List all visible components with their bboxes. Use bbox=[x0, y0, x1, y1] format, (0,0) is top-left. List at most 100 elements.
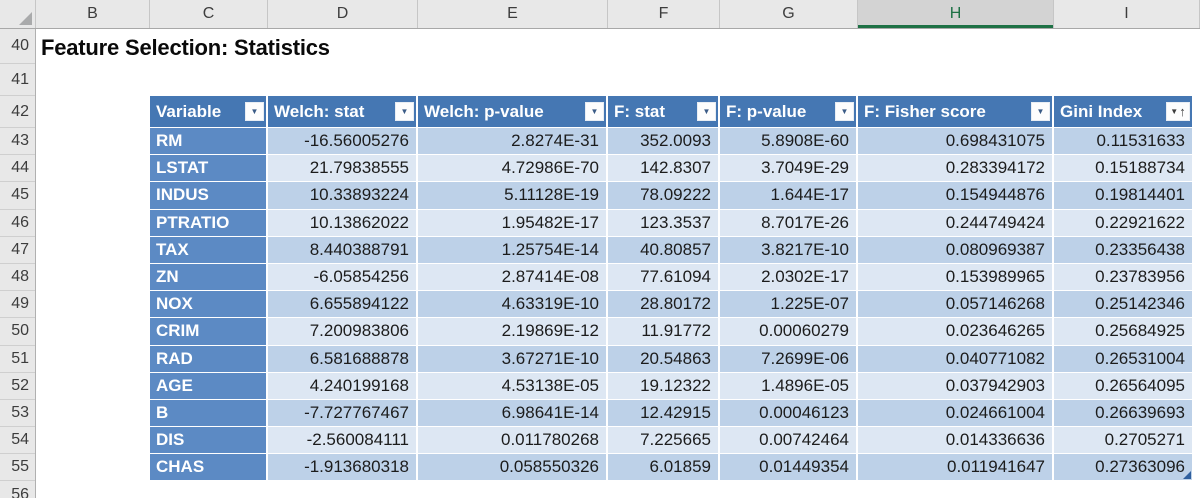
header-cell-variable[interactable]: Variable ▼ bbox=[150, 96, 268, 128]
value-cell[interactable]: 0.080969387 bbox=[858, 236, 1054, 264]
header-cell-welch-stat[interactable]: Welch: stat ▼ bbox=[268, 96, 418, 128]
value-cell[interactable]: -6.05854256 bbox=[268, 263, 418, 292]
value-cell[interactable]: 6.01859 bbox=[608, 454, 720, 482]
row-label-cell[interactable]: DIS bbox=[150, 427, 268, 455]
filter-button[interactable]: ▼ bbox=[1031, 102, 1050, 121]
value-cell[interactable]: 0.26564095 bbox=[1054, 372, 1192, 400]
row-label-cell[interactable]: CHAS bbox=[150, 454, 268, 482]
value-cell[interactable]: 0.01449354 bbox=[720, 454, 858, 482]
value-cell[interactable]: 0.283394172 bbox=[858, 155, 1054, 183]
value-cell[interactable]: 11.91772 bbox=[608, 318, 720, 346]
row-label-cell[interactable]: B bbox=[150, 399, 268, 428]
value-cell[interactable]: 352.0093 bbox=[608, 128, 720, 156]
value-cell[interactable]: 1.225E-07 bbox=[720, 291, 858, 319]
row-header-52[interactable]: 52 bbox=[0, 373, 35, 400]
filter-button[interactable]: ▼ bbox=[697, 102, 716, 121]
value-cell[interactable]: 4.63319E-10 bbox=[418, 291, 608, 319]
value-cell[interactable]: -16.56005276 bbox=[268, 128, 418, 156]
row-label-cell[interactable]: AGE bbox=[150, 372, 268, 400]
table-resize-handle[interactable] bbox=[1183, 471, 1191, 480]
value-cell[interactable]: 0.244749424 bbox=[858, 209, 1054, 237]
row-header-43[interactable]: 43 bbox=[0, 128, 35, 156]
value-cell[interactable]: 78.09222 bbox=[608, 182, 720, 210]
value-cell[interactable]: 3.8217E-10 bbox=[720, 236, 858, 264]
row-header-47[interactable]: 47 bbox=[0, 237, 35, 264]
value-cell[interactable]: -7.727767467 bbox=[268, 399, 418, 428]
value-cell[interactable]: 2.8274E-31 bbox=[418, 128, 608, 156]
row-header-53[interactable]: 53 bbox=[0, 400, 35, 428]
column-header-g[interactable]: G bbox=[720, 0, 858, 28]
column-header-c[interactable]: C bbox=[150, 0, 268, 28]
value-cell[interactable]: 28.80172 bbox=[608, 291, 720, 319]
value-cell[interactable]: 21.79838555 bbox=[268, 155, 418, 183]
sheet-title[interactable]: Feature Selection: Statistics bbox=[41, 35, 330, 61]
value-cell[interactable]: 4.72986E-70 bbox=[418, 155, 608, 183]
row-header-42[interactable]: 42 bbox=[0, 96, 35, 128]
value-cell[interactable]: 7.225665 bbox=[608, 427, 720, 455]
value-cell[interactable]: 0.22921622 bbox=[1054, 209, 1192, 237]
column-header-d[interactable]: D bbox=[268, 0, 418, 28]
row-label-cell[interactable]: CRIM bbox=[150, 318, 268, 346]
row-header-54[interactable]: 54 bbox=[0, 427, 35, 455]
filter-button[interactable]: ▼ bbox=[245, 102, 264, 121]
value-cell[interactable]: 40.80857 bbox=[608, 236, 720, 264]
value-cell[interactable]: 0.15188734 bbox=[1054, 155, 1192, 183]
row-header-55[interactable]: 55 bbox=[0, 454, 35, 482]
column-header-f[interactable]: F bbox=[608, 0, 720, 28]
column-header-h[interactable]: H bbox=[858, 0, 1054, 28]
value-cell[interactable]: 0.23783956 bbox=[1054, 263, 1192, 292]
header-cell-f-p-value[interactable]: F: p-value ▼ bbox=[720, 96, 858, 128]
value-cell[interactable]: 2.19869E-12 bbox=[418, 318, 608, 346]
value-cell[interactable]: 0.153989965 bbox=[858, 263, 1054, 292]
row-header-40[interactable]: 40 bbox=[0, 29, 35, 64]
value-cell[interactable]: 6.581688878 bbox=[268, 345, 418, 373]
value-cell[interactable]: 5.8908E-60 bbox=[720, 128, 858, 156]
value-cell[interactable]: 1.644E-17 bbox=[720, 182, 858, 210]
value-cell[interactable]: 10.33893224 bbox=[268, 182, 418, 210]
value-cell[interactable]: 0.698431075 bbox=[858, 128, 1054, 156]
value-cell[interactable]: 77.61094 bbox=[608, 263, 720, 292]
sort-filter-button[interactable]: ▼ ↑ bbox=[1166, 102, 1190, 121]
value-cell[interactable]: 12.42915 bbox=[608, 399, 720, 428]
column-header-b[interactable]: B bbox=[36, 0, 150, 28]
header-cell-gini-index[interactable]: Gini Index ▼ ↑ bbox=[1054, 96, 1192, 128]
row-label-cell[interactable]: RM bbox=[150, 128, 268, 156]
value-cell[interactable]: 0.00046123 bbox=[720, 399, 858, 428]
value-cell[interactable]: 0.23356438 bbox=[1054, 236, 1192, 264]
value-cell[interactable]: 0.024661004 bbox=[858, 399, 1054, 428]
filter-button[interactable]: ▼ bbox=[585, 102, 604, 121]
value-cell[interactable]: 3.7049E-29 bbox=[720, 155, 858, 183]
value-cell[interactable]: 6.98641E-14 bbox=[418, 399, 608, 428]
value-cell[interactable]: 0.00060279 bbox=[720, 318, 858, 346]
value-cell[interactable]: 0.154944876 bbox=[858, 182, 1054, 210]
value-cell[interactable]: 20.54863 bbox=[608, 345, 720, 373]
row-label-cell[interactable]: TAX bbox=[150, 236, 268, 264]
filter-button[interactable]: ▼ bbox=[395, 102, 414, 121]
row-label-cell[interactable]: ZN bbox=[150, 263, 268, 292]
row-header-41[interactable]: 41 bbox=[0, 64, 35, 96]
row-header-50[interactable]: 50 bbox=[0, 318, 35, 346]
column-header-i[interactable]: I bbox=[1054, 0, 1200, 28]
row-label-cell[interactable]: LSTAT bbox=[150, 155, 268, 183]
value-cell[interactable]: 0.037942903 bbox=[858, 372, 1054, 400]
column-header-e[interactable]: E bbox=[418, 0, 608, 28]
value-cell[interactable]: 0.25684925 bbox=[1054, 318, 1192, 346]
value-cell[interactable]: -1.913680318 bbox=[268, 454, 418, 482]
value-cell[interactable]: 2.0302E-17 bbox=[720, 263, 858, 292]
value-cell[interactable]: 0.27363096 bbox=[1054, 454, 1192, 482]
value-cell[interactable]: 0.040771082 bbox=[858, 345, 1054, 373]
value-cell[interactable]: 0.2705271 bbox=[1054, 427, 1192, 455]
value-cell[interactable]: 0.19814401 bbox=[1054, 182, 1192, 210]
header-cell-welch-p-value[interactable]: Welch: p-value ▼ bbox=[418, 96, 608, 128]
row-header-51[interactable]: 51 bbox=[0, 346, 35, 373]
value-cell[interactable]: 10.13862022 bbox=[268, 209, 418, 237]
value-cell[interactable]: 0.023646265 bbox=[858, 318, 1054, 346]
value-cell[interactable]: 0.011941647 bbox=[858, 454, 1054, 482]
filter-button[interactable]: ▼ bbox=[835, 102, 854, 121]
value-cell[interactable]: 3.67271E-10 bbox=[418, 345, 608, 373]
value-cell[interactable]: 0.25142346 bbox=[1054, 291, 1192, 319]
value-cell[interactable]: -2.560084111 bbox=[268, 427, 418, 455]
value-cell[interactable]: 0.057146268 bbox=[858, 291, 1054, 319]
value-cell[interactable]: 1.4896E-05 bbox=[720, 372, 858, 400]
value-cell[interactable]: 6.655894122 bbox=[268, 291, 418, 319]
